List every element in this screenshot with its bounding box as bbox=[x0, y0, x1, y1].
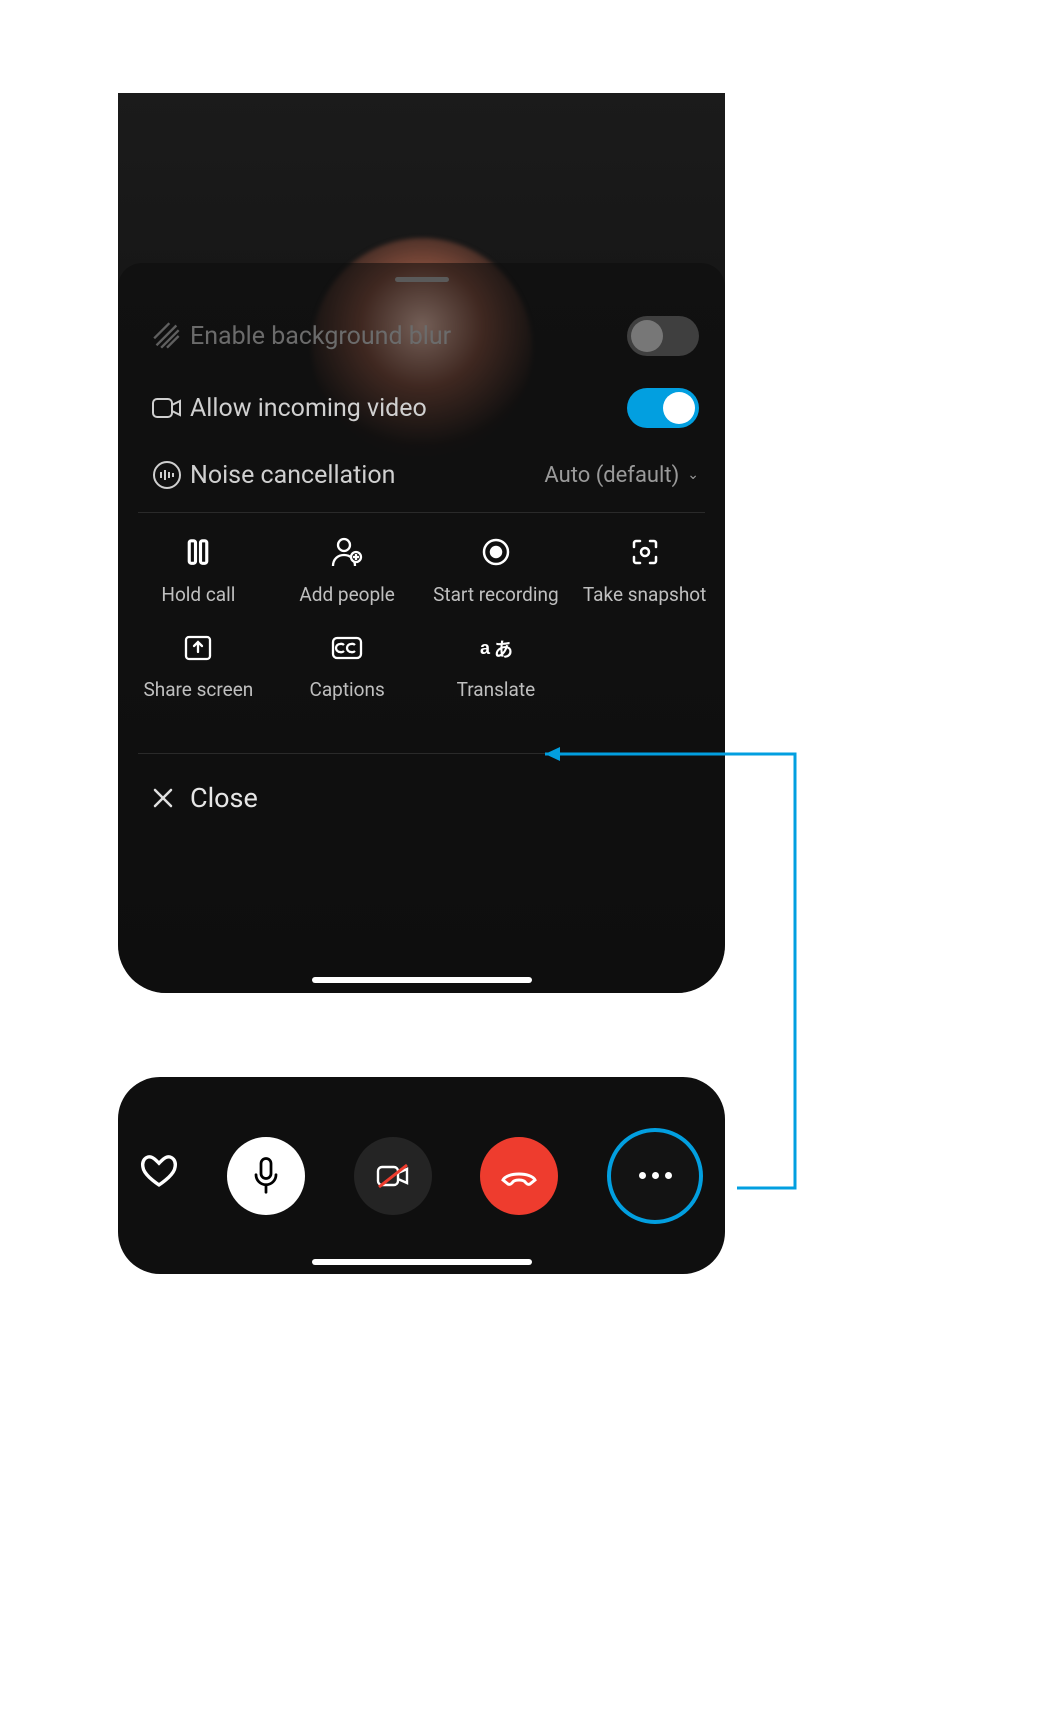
divider bbox=[138, 753, 705, 754]
noise-select[interactable]: Auto (default) ⌄ bbox=[544, 463, 699, 488]
incoming-video-toggle[interactable] bbox=[627, 388, 699, 428]
close-button[interactable]: Close bbox=[118, 760, 725, 836]
home-indicator bbox=[312, 977, 532, 983]
captions-icon bbox=[330, 634, 364, 662]
divider bbox=[138, 512, 705, 513]
action-captions[interactable]: Captions bbox=[273, 634, 422, 701]
chevron-down-icon: ⌄ bbox=[687, 467, 699, 483]
react-heart-button[interactable] bbox=[140, 1154, 178, 1197]
action-label: Take snapshot bbox=[570, 583, 719, 606]
action-take-snapshot[interactable]: Take snapshot bbox=[570, 537, 719, 606]
action-add-people[interactable]: Add people bbox=[273, 537, 422, 606]
more-options-button[interactable] bbox=[607, 1128, 703, 1224]
row-label: Allow incoming video bbox=[190, 394, 627, 423]
share-screen-icon bbox=[183, 634, 213, 662]
x-icon bbox=[140, 786, 186, 810]
action-label: Share screen bbox=[124, 678, 273, 701]
mute-button[interactable] bbox=[227, 1137, 305, 1215]
blur-toggle[interactable] bbox=[627, 316, 699, 356]
camera-off-button[interactable] bbox=[354, 1137, 432, 1215]
action-hold-call[interactable]: Hold call bbox=[124, 537, 273, 606]
action-share-screen[interactable]: Share screen bbox=[124, 634, 273, 701]
action-grid: Hold call Add people Start record bbox=[118, 519, 725, 747]
add-person-icon bbox=[330, 537, 364, 567]
blur-icon bbox=[144, 322, 190, 350]
record-icon bbox=[481, 537, 511, 567]
hangup-button[interactable] bbox=[480, 1137, 558, 1215]
noise-icon bbox=[144, 460, 190, 490]
call-screen-top: Enable background blur Allow incoming vi… bbox=[118, 93, 725, 993]
row-label: Noise cancellation bbox=[190, 461, 544, 490]
translate-icon: a あ bbox=[478, 634, 514, 662]
sheet-grabber[interactable] bbox=[395, 277, 449, 282]
camera-off-icon bbox=[373, 1161, 413, 1191]
svg-text:a: a bbox=[480, 638, 491, 658]
action-label: Add people bbox=[273, 583, 422, 606]
snapshot-icon bbox=[630, 537, 660, 567]
action-label: Captions bbox=[273, 678, 422, 701]
noise-value: Auto (default) bbox=[544, 463, 679, 488]
pause-icon bbox=[183, 537, 213, 567]
more-options-sheet: Enable background blur Allow incoming vi… bbox=[118, 263, 725, 993]
action-label: Translate bbox=[422, 678, 571, 701]
row-background-blur: Enable background blur bbox=[118, 300, 725, 372]
call-screen-bottom bbox=[118, 1077, 725, 1274]
row-noise-cancellation: Noise cancellation Auto (default) ⌄ bbox=[118, 444, 725, 506]
more-icon bbox=[639, 1172, 672, 1179]
mic-icon bbox=[251, 1157, 281, 1195]
close-label: Close bbox=[190, 782, 258, 814]
action-label: Start recording bbox=[422, 583, 571, 606]
row-label: Enable background blur bbox=[190, 322, 627, 351]
action-start-recording[interactable]: Start recording bbox=[422, 537, 571, 606]
home-indicator bbox=[312, 1259, 532, 1265]
row-incoming-video: Allow incoming video bbox=[118, 372, 725, 444]
action-translate[interactable]: a あ Translate bbox=[422, 634, 571, 701]
action-label: Hold call bbox=[124, 583, 273, 606]
phone-hangup-icon bbox=[499, 1166, 539, 1186]
video-icon bbox=[144, 396, 190, 420]
svg-text:あ: あ bbox=[494, 639, 513, 661]
